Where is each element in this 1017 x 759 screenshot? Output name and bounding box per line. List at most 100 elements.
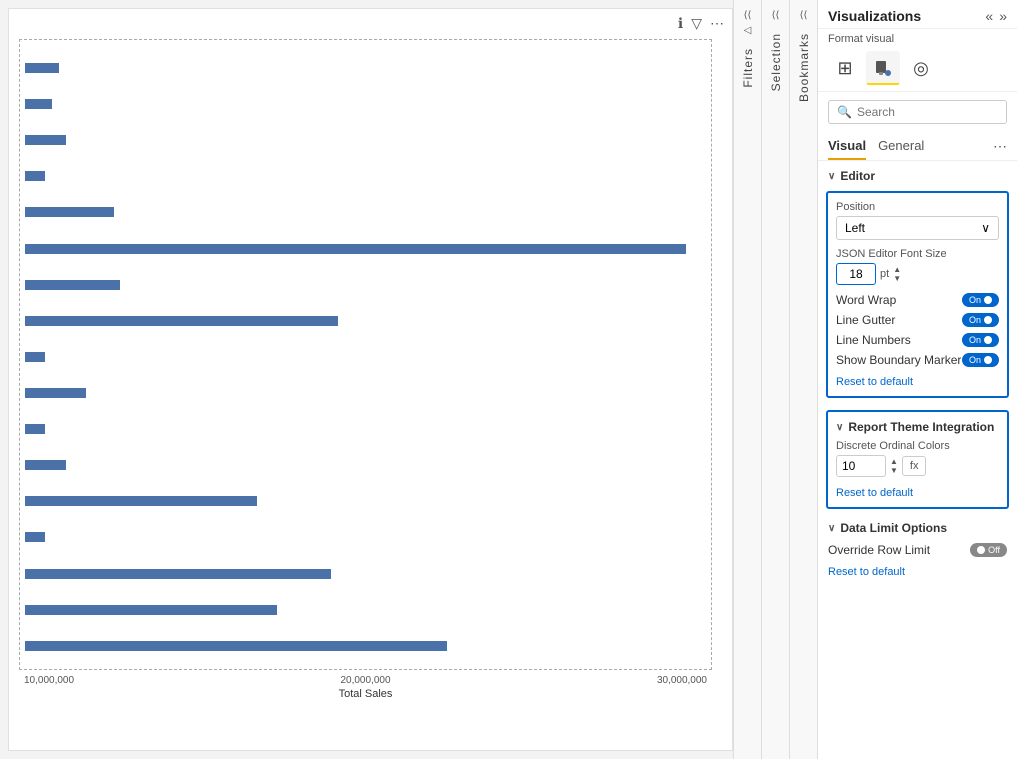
bar-row [25, 242, 706, 256]
bar-row [25, 314, 706, 328]
font-size-unit: pt [880, 268, 889, 280]
show-boundary-toggle-label: On [969, 355, 981, 365]
panel-bookmarks[interactable]: ⟨⟨ Bookmarks [789, 0, 817, 759]
editor-section-title: Editor [840, 169, 875, 183]
word-wrap-toggle[interactable]: On [962, 293, 999, 307]
filters-label: Filters [741, 48, 755, 88]
viz-header-icons: « » [985, 8, 1007, 24]
tab-visual[interactable]: Visual [828, 132, 866, 160]
bar-row [25, 133, 706, 147]
override-toggle-label: Off [988, 545, 1000, 555]
bar-row [25, 530, 706, 544]
position-dropdown[interactable]: Left ∨ [836, 216, 999, 240]
panel-selection[interactable]: ⟨⟨ Selection [761, 0, 789, 759]
word-wrap-row: Word Wrap On [836, 293, 999, 307]
font-size-label: JSON Editor Font Size [836, 248, 999, 260]
bar-row [25, 205, 706, 219]
line-numbers-row: Line Numbers On [836, 333, 999, 347]
bar-row [25, 422, 706, 436]
side-panels: ⟨⟨ ◁ Filters ⟨⟨ Selection ⟨⟨ Bookmarks [733, 0, 817, 759]
selection-chevron-icon: ⟨⟨ [772, 10, 780, 21]
bar-row [25, 169, 706, 183]
override-toggle[interactable]: Off [970, 543, 1007, 557]
show-boundary-toggle[interactable]: On [962, 353, 999, 367]
bar-row [25, 350, 706, 364]
discrete-spinner[interactable]: ▲ ▼ [890, 458, 898, 475]
bar-row [25, 278, 706, 292]
discrete-down-icon[interactable]: ▼ [890, 467, 898, 475]
x-axis: 10,000,000 20,000,000 30,000,000 [19, 670, 712, 686]
info-icon[interactable]: ℹ [678, 15, 683, 32]
fx-button[interactable]: fx [902, 456, 927, 476]
data-limit-section-header[interactable]: ∨ Data Limit Options [818, 513, 1017, 539]
format-visual-label: Format visual [818, 29, 1017, 47]
line-gutter-toggle-circle [984, 316, 992, 324]
bar-row [25, 567, 706, 581]
discrete-input[interactable] [836, 455, 886, 477]
search-input[interactable] [857, 105, 998, 119]
data-limit-section-title: Data Limit Options [840, 521, 947, 535]
font-size-input[interactable] [836, 263, 876, 285]
x-tick-3: 30,000,000 [657, 675, 707, 686]
discrete-row: ▲ ▼ fx [836, 455, 999, 477]
line-numbers-toggle-circle [984, 336, 992, 344]
override-toggle-circle [977, 546, 985, 554]
editor-reset-link[interactable]: Reset to default [836, 372, 913, 388]
discrete-label: Discrete Ordinal Colors [836, 440, 999, 452]
line-numbers-toggle[interactable]: On [962, 333, 999, 347]
x-tick-2: 20,000,000 [340, 675, 390, 686]
format-button[interactable] [866, 51, 900, 85]
show-boundary-label: Show Boundary Marker [836, 353, 961, 367]
viz-title: Visualizations [828, 8, 921, 24]
bar-row [25, 494, 706, 508]
rpt-section-header[interactable]: ∨ Report Theme Integration [836, 420, 999, 434]
show-boundary-row: Show Boundary Marker On [836, 353, 999, 367]
bar-chart [19, 39, 712, 670]
chart-top-icons: ℹ ▽ ⋯ [678, 15, 724, 32]
grid-view-button[interactable]: ⊞ [828, 51, 862, 85]
override-row: Override Row Limit Off [828, 543, 1007, 557]
discrete-up-icon[interactable]: ▲ [890, 458, 898, 466]
word-wrap-label: Word Wrap [836, 293, 896, 307]
data-limit-section: Override Row Limit Off Reset to default [828, 543, 1007, 578]
line-gutter-toggle[interactable]: On [962, 313, 999, 327]
editor-section-header[interactable]: ∨ Editor [818, 161, 1017, 187]
data-limit-reset-link[interactable]: Reset to default [828, 562, 905, 578]
search-icon: 🔍 [837, 105, 852, 119]
x-axis-label: Total Sales [19, 688, 712, 700]
paint-bucket-icon [873, 58, 893, 78]
search-box[interactable]: 🔍 [828, 100, 1007, 124]
bar-row [25, 386, 706, 400]
show-boundary-toggle-circle [984, 356, 992, 364]
viz-header: Visualizations « » [818, 0, 1017, 29]
tab-more-icon[interactable]: ⋯ [993, 138, 1007, 155]
chart-area: ℹ ▽ ⋯ 10,000,000 20,000,000 3 [8, 8, 733, 751]
override-label: Override Row Limit [828, 543, 930, 557]
collapse-left-icon[interactable]: « [985, 8, 993, 24]
word-wrap-toggle-circle [984, 296, 992, 304]
analytics-button[interactable]: ◎ [904, 51, 938, 85]
viz-icons-row: ⊞ ◎ [818, 47, 1017, 92]
editor-chevron-icon: ∨ [828, 171, 835, 182]
filter-icon[interactable]: ▽ [691, 15, 702, 32]
line-numbers-toggle-label: On [969, 335, 981, 345]
rpt-section-title: Report Theme Integration [848, 420, 994, 434]
bar-row [25, 61, 706, 75]
panel-filters[interactable]: ⟨⟨ ◁ Filters [733, 0, 761, 759]
position-value: Left [845, 221, 865, 235]
tab-general[interactable]: General [878, 132, 924, 160]
bar-row [25, 97, 706, 111]
data-limit-chevron-icon: ∨ [828, 523, 835, 534]
spinner-up-icon[interactable]: ▲ [893, 266, 901, 274]
spinner-down-icon[interactable]: ▼ [893, 275, 901, 283]
editor-section: Position Left ∨ JSON Editor Font Size pt… [826, 191, 1009, 398]
line-gutter-toggle-label: On [969, 315, 981, 325]
font-size-spinner[interactable]: ▲ ▼ [893, 266, 901, 283]
bookmarks-chevron-icon: ⟨⟨ [800, 10, 808, 21]
line-numbers-label: Line Numbers [836, 333, 911, 347]
expand-right-icon[interactable]: » [999, 8, 1007, 24]
more-icon[interactable]: ⋯ [710, 15, 724, 32]
tab-row: Visual General ⋯ [818, 132, 1017, 161]
bookmarks-label: Bookmarks [797, 33, 811, 102]
rpt-reset-link[interactable]: Reset to default [836, 483, 999, 499]
